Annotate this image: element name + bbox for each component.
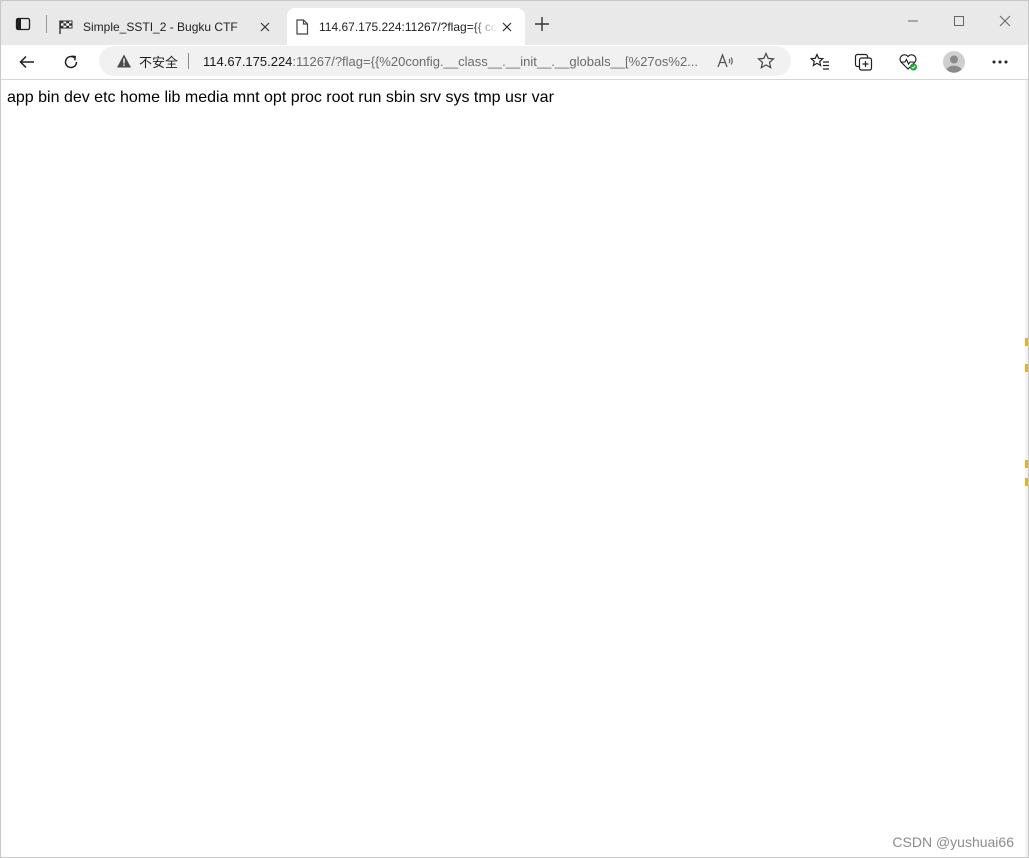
tab-simple-ssti[interactable]: Simple_SSTI_2 - Bugku CTF [51, 8, 283, 45]
tab-current-url[interactable]: 114.67.175.224:11267/?flag={{ config.__c… [287, 8, 525, 45]
more-options-icon [992, 60, 1008, 64]
close-icon [999, 15, 1011, 27]
browser-toolbar: 不安全 114.67.175.224:11267/?flag={{%20conf… [1, 45, 1028, 80]
profile-button[interactable] [940, 48, 968, 76]
command-output: app bin dev etc home lib media mnt opt p… [7, 89, 554, 106]
heart-pulse-icon [899, 54, 917, 71]
scroll-marker [1025, 460, 1028, 468]
url-host: 114.67.175.224 [203, 53, 293, 69]
address-bar[interactable]: 不安全 114.67.175.224:11267/?flag={{%20conf… [99, 46, 791, 76]
scroll-marker [1025, 364, 1028, 372]
plus-icon [535, 17, 549, 31]
scroll-marker [1025, 478, 1028, 486]
back-arrow-icon [19, 55, 34, 69]
scroll-marker [1025, 338, 1028, 346]
page-content: app bin dev etc home lib media mnt opt p… [1, 80, 1027, 857]
minimize-icon [908, 20, 918, 22]
close-window-button[interactable] [991, 9, 1019, 33]
refresh-button[interactable] [57, 48, 85, 76]
close-tab-icon[interactable] [255, 17, 275, 37]
scrollbar-track[interactable] [1025, 80, 1028, 857]
collections-button[interactable] [850, 48, 878, 76]
watermark: CSDN @yushuai66 [892, 834, 1014, 850]
avatar-icon [943, 51, 965, 73]
minimize-button[interactable] [899, 9, 927, 33]
tab-title: 114.67.175.224:11267/?flag={{ config.__c… [319, 19, 497, 34]
maximize-icon [954, 16, 964, 26]
maximize-button[interactable] [945, 9, 973, 33]
browser-window: Simple_SSTI_2 - Bugku CTF 114.67.175.224… [0, 0, 1029, 858]
refresh-icon [64, 55, 78, 69]
ctf-flag-icon [58, 19, 74, 35]
settings-menu-button[interactable] [986, 48, 1014, 76]
url-rest: :11267/?flag={{%20config.__class__.__ini… [292, 53, 699, 69]
tab-strip: Simple_SSTI_2 - Bugku CTF 114.67.175.224… [1, 1, 1028, 45]
browser-essentials-button[interactable] [894, 48, 922, 76]
favorites-list-icon [810, 53, 829, 70]
tab-actions-button[interactable] [11, 12, 35, 36]
warning-icon[interactable] [116, 53, 132, 69]
close-tab-icon[interactable] [497, 17, 517, 37]
new-tab-button[interactable] [531, 13, 553, 35]
read-aloud-icon[interactable] [716, 51, 736, 71]
tab-separator [46, 15, 47, 33]
tab-actions-icon [15, 17, 31, 31]
address-divider [188, 53, 190, 69]
url-text[interactable]: 114.67.175.224:11267/?flag={{%20config._… [203, 54, 703, 69]
tab-title: Simple_SSTI_2 - Bugku CTF [83, 19, 238, 34]
collections-icon [854, 53, 873, 71]
favorite-star-icon[interactable] [756, 51, 776, 71]
back-button[interactable] [13, 48, 41, 76]
favorites-button[interactable] [806, 48, 834, 76]
security-label[interactable]: 不安全 [139, 52, 178, 71]
page-icon [294, 18, 310, 35]
